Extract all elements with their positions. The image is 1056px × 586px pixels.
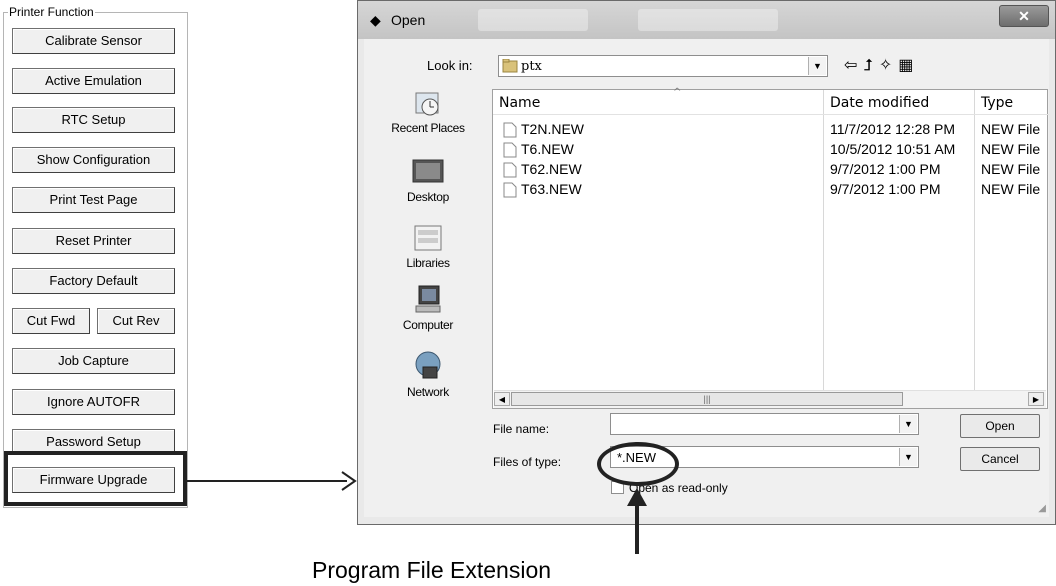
chevron-left-icon: ◀ [498, 395, 506, 404]
rtc-setup-button[interactable]: RTC Setup [12, 107, 175, 133]
column-header-name[interactable]: Name [499, 95, 540, 111]
place-label: Computer [402, 318, 454, 332]
file-icon [503, 182, 517, 198]
libraries-icon [414, 225, 442, 251]
cut-fwd-button[interactable]: Cut Fwd [12, 308, 90, 334]
firmware-upgrade-highlight [4, 451, 187, 506]
dialog-title: Open [391, 12, 426, 28]
file-name: T62.NEW [521, 161, 582, 177]
grip-icon: ||| [703, 394, 711, 404]
column-header-date[interactable]: Date modified [830, 95, 929, 111]
horizontal-scrollbar[interactable]: ◀ ||| ▶ [494, 390, 1046, 408]
chevron-right-icon: ▶ [1032, 395, 1040, 404]
scroll-left-button[interactable]: ◀ [494, 392, 510, 406]
file-type-label: Files of type: [493, 455, 562, 469]
dialog-toolbar: ⇦⮥✧▦ [844, 55, 919, 75]
file-extension-highlight [597, 442, 679, 486]
cancel-button[interactable]: Cancel [960, 447, 1040, 471]
file-icon [503, 142, 517, 158]
close-button[interactable]: ✕ [999, 5, 1049, 27]
printer-function-title: Printer Function [8, 5, 95, 19]
sort-caret-icon: ^ [673, 87, 682, 98]
dialog-app-icon: ◆ [370, 12, 381, 28]
up-folder-icon[interactable]: ⮥ [863, 57, 878, 74]
place-computer[interactable]: Computer [378, 284, 478, 332]
titlebar-blur [638, 9, 778, 31]
file-name: T2N.NEW [521, 121, 584, 137]
show-configuration-button[interactable]: Show Configuration [12, 147, 175, 173]
ignore-autofr-button[interactable]: Ignore AUTOFR [12, 389, 175, 415]
file-date: 10/5/2012 10:51 AM [830, 141, 956, 157]
chevron-down-icon: ▼ [904, 452, 913, 462]
connector-arrow-head [341, 471, 357, 491]
dialog-body: Look in: ptx ▼ ⇦⮥✧▦ Recent Places Deskto… [364, 39, 1049, 517]
scroll-right-button[interactable]: ▶ [1028, 392, 1044, 406]
titlebar-blur [478, 9, 588, 31]
place-label: Network [407, 385, 449, 399]
recent-places-icon [415, 92, 439, 116]
place-network[interactable]: Network [378, 349, 478, 399]
places-bar: Recent Places Desktop Libraries Computer… [378, 89, 478, 419]
place-label: Libraries [406, 256, 450, 270]
file-date: 11/7/2012 12:28 PM [830, 121, 956, 137]
network-icon [415, 351, 441, 379]
open-dialog: ◆ Open ✕ Look in: ptx ▼ ⇦⮥✧▦ Recent Plac… [357, 0, 1056, 525]
scrollbar-thumb[interactable]: ||| [511, 392, 903, 406]
new-folder-icon[interactable]: ✧ [879, 57, 898, 74]
print-test-page-button[interactable]: Print Test Page [12, 187, 175, 213]
column-header-type[interactable]: Type [981, 95, 1013, 111]
annotation-label: Program File Extension [312, 557, 552, 583]
look-in-dropdown-button[interactable]: ▼ [808, 57, 826, 75]
folder-icon [502, 59, 518, 73]
file-row[interactable]: T62.NEW 9/7/2012 1:00 PM NEW File [493, 160, 1049, 180]
place-label: Desktop [407, 190, 449, 204]
job-capture-button[interactable]: Job Capture [12, 348, 175, 374]
reset-printer-button[interactable]: Reset Printer [12, 228, 175, 254]
connector-arrow-line [187, 480, 347, 482]
look-in-value: ptx [521, 59, 542, 74]
file-type: NEW File [981, 141, 1041, 157]
file-type: NEW File [981, 181, 1041, 197]
look-in-dropdown[interactable]: ptx ▼ [498, 55, 828, 77]
file-name: T63.NEW [521, 181, 582, 197]
file-date: 9/7/2012 1:00 PM [830, 181, 941, 197]
header-divider [493, 114, 1049, 115]
view-menu-icon[interactable]: ▦ [898, 57, 919, 74]
desktop-icon [412, 159, 444, 183]
open-button[interactable]: Open [960, 414, 1040, 438]
look-in-label: Look in: [427, 58, 473, 73]
file-date: 9/7/2012 1:00 PM [830, 161, 941, 177]
active-emulation-button[interactable]: Active Emulation [12, 68, 175, 94]
file-list: Name ^ Date modified Type T2N.NEW 11/7/2… [492, 87, 1049, 409]
place-desktop[interactable]: Desktop [378, 158, 478, 204]
file-row[interactable]: T6.NEW 10/5/2012 10:51 AM NEW File [493, 140, 1049, 160]
computer-icon [415, 285, 441, 313]
file-name-dropdown-button[interactable]: ▼ [899, 415, 917, 433]
place-label: Recent Places [391, 121, 465, 135]
chevron-down-icon: ▼ [904, 419, 913, 429]
close-icon: ✕ [1018, 8, 1030, 24]
cut-rev-button[interactable]: Cut Rev [97, 308, 175, 334]
file-type: NEW File [981, 121, 1041, 137]
calibrate-sensor-button[interactable]: Calibrate Sensor [12, 28, 175, 54]
file-row[interactable]: T2N.NEW 11/7/2012 12:28 PM NEW File [493, 120, 1049, 140]
file-type-dropdown-button[interactable]: ▼ [899, 448, 917, 466]
file-icon [503, 122, 517, 138]
file-row[interactable]: T63.NEW 9/7/2012 1:00 PM NEW File [493, 180, 1049, 200]
annotation-arrow [627, 488, 647, 554]
place-libraries[interactable]: Libraries [378, 222, 478, 270]
resize-grip-icon[interactable]: ◢ [1038, 503, 1046, 514]
file-name-input[interactable]: ▼ [610, 413, 919, 435]
file-name-label: File name: [493, 422, 550, 436]
file-name: T6.NEW [521, 141, 574, 157]
dialog-titlebar[interactable]: ◆ Open ✕ [358, 1, 1055, 39]
factory-default-button[interactable]: Factory Default [12, 268, 175, 294]
back-icon[interactable]: ⇦ [844, 57, 863, 74]
place-recent-places[interactable]: Recent Places [378, 89, 478, 135]
file-icon [503, 162, 517, 178]
chevron-down-icon: ▼ [813, 61, 822, 71]
file-type: NEW File [981, 161, 1041, 177]
